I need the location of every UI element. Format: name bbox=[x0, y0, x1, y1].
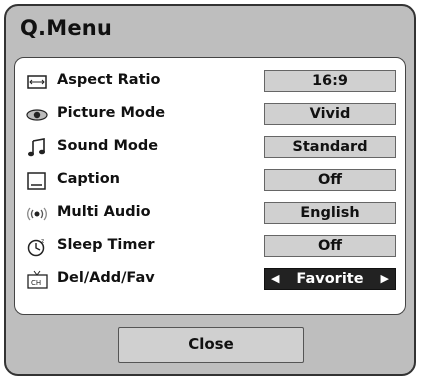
svg-text:z: z bbox=[41, 238, 44, 245]
menu-item-value-selected[interactable]: ◀ Favorite ▶ bbox=[264, 268, 396, 290]
menu-item-caption[interactable]: Caption Off bbox=[15, 168, 405, 194]
menu-item-label: Picture Mode bbox=[57, 105, 166, 121]
menu-item-sleep-timer[interactable]: z Sleep Timer Off bbox=[15, 234, 405, 260]
menu-item-label: Aspect Ratio bbox=[57, 72, 161, 88]
menu-item-value[interactable]: Off bbox=[264, 169, 396, 191]
menu-item-label: Sound Mode bbox=[57, 138, 159, 154]
menu-title: Q.Menu bbox=[20, 16, 113, 40]
arrow-right-icon[interactable]: ▶ bbox=[381, 269, 389, 289]
menu-item-multi-audio[interactable]: Multi Audio English bbox=[15, 201, 405, 227]
ch-icon: CH bbox=[27, 270, 48, 289]
clock-icon: z bbox=[27, 238, 45, 257]
menu-item-value[interactable]: English bbox=[264, 202, 396, 224]
caption-icon bbox=[27, 172, 46, 190]
menu-item-aspect-ratio[interactable]: Aspect Ratio 16:9 bbox=[15, 69, 405, 95]
menu-item-value[interactable]: 16:9 bbox=[264, 70, 396, 92]
menu-item-sound-mode[interactable]: Sound Mode Standard bbox=[15, 135, 405, 161]
arrow-left-icon[interactable]: ◀ bbox=[271, 269, 279, 289]
svg-text:CH: CH bbox=[31, 279, 41, 287]
menu-item-picture-mode[interactable]: Picture Mode Vivid bbox=[15, 102, 405, 128]
menu-item-value[interactable]: Off bbox=[264, 235, 396, 257]
menu-item-label: Multi Audio bbox=[57, 204, 151, 220]
q-menu-dialog: Q.Menu Aspect Ratio 16:9 Picture Mode Vi… bbox=[4, 4, 416, 376]
menu-item-value[interactable]: Vivid bbox=[264, 103, 396, 125]
music-note-icon bbox=[28, 138, 45, 157]
audio-waves-icon bbox=[27, 207, 47, 221]
menu-item-label: Del/Add/Fav bbox=[57, 270, 155, 286]
menu-item-label: Caption bbox=[57, 171, 120, 187]
menu-item-value[interactable]: Standard bbox=[264, 136, 396, 158]
eye-icon bbox=[26, 109, 48, 121]
menu-item-label: Sleep Timer bbox=[57, 237, 155, 253]
close-button[interactable]: Close bbox=[118, 327, 304, 363]
selected-value-text: Favorite bbox=[296, 271, 364, 287]
aspect-ratio-icon bbox=[27, 75, 47, 89]
menu-items-panel: Aspect Ratio 16:9 Picture Mode Vivid Sou… bbox=[14, 57, 406, 315]
menu-item-del-add-fav[interactable]: CH Del/Add/Fav ◀ Favorite ▶ bbox=[15, 267, 405, 293]
